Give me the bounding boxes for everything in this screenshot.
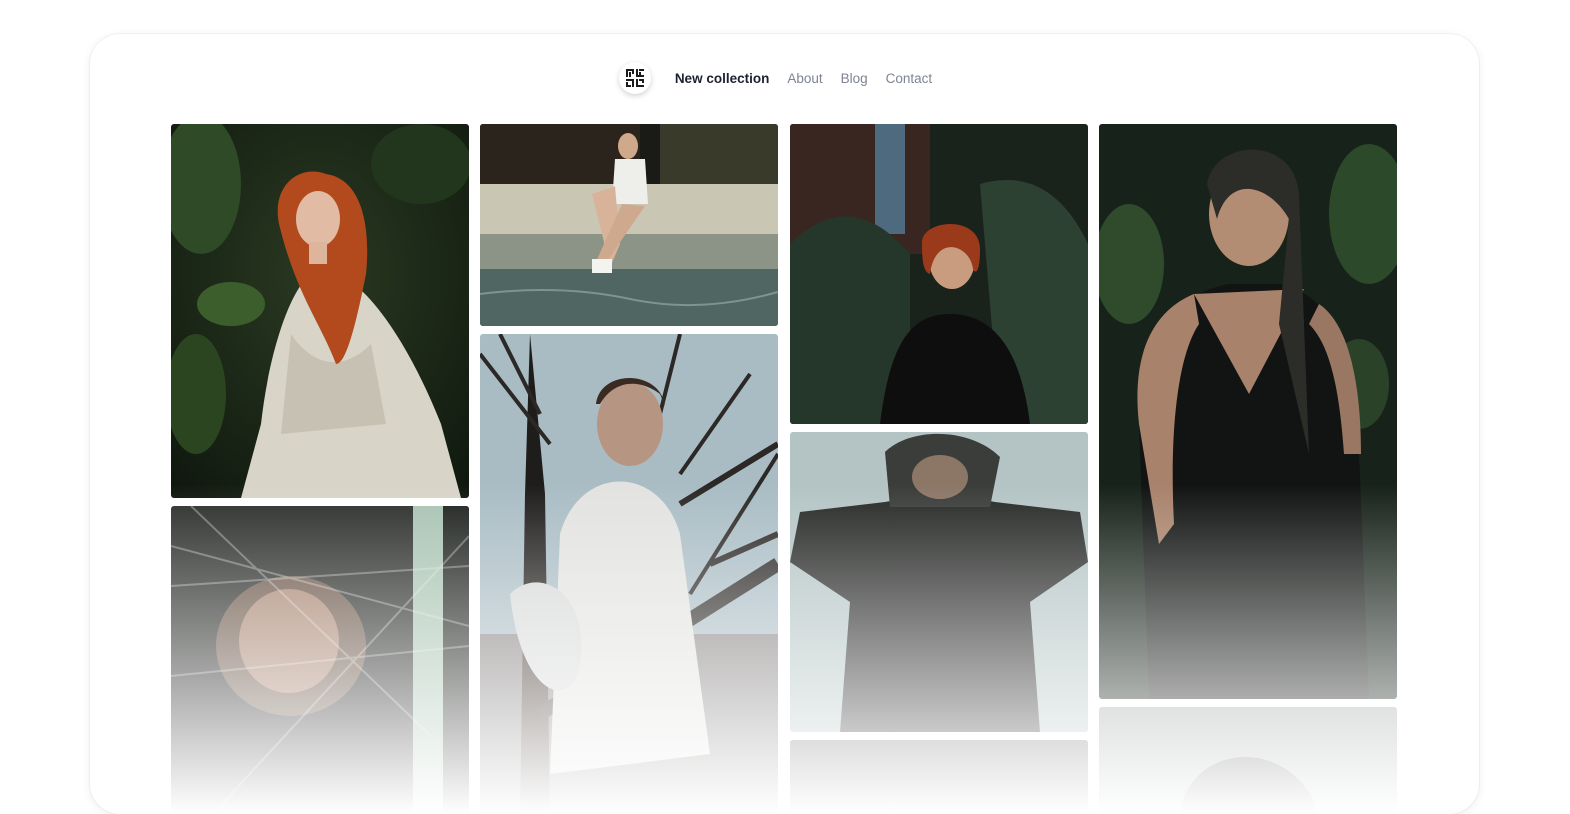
nav-link-blog[interactable]: Blog (841, 71, 868, 86)
photo-bob-hair-black-dress-pines[interactable] (790, 124, 1088, 424)
qr-pattern-logo-icon[interactable] (618, 62, 651, 94)
nav-link-new-collection[interactable]: New collection (675, 71, 770, 86)
nav-link-contact[interactable]: Contact (886, 71, 933, 86)
app-window: New collection About Blog Contact (90, 34, 1479, 814)
photo-seated-woman-pool[interactable] (480, 124, 778, 326)
photo-woman-white-plastic-coat-tree[interactable] (480, 334, 778, 814)
top-nav: New collection About Blog Contact (90, 60, 1479, 96)
photo-redhead-white-dress-foliage[interactable] (171, 124, 469, 498)
photo-hooded-figure-raised-arms[interactable] (790, 432, 1088, 732)
photo-gallery (171, 124, 1397, 814)
photo-partial-column-3[interactable] (790, 740, 1088, 814)
nav-link-about[interactable]: About (787, 71, 822, 86)
photo-partial-veiled-figure[interactable] (1099, 707, 1397, 814)
photo-wet-hair-black-slip-dress[interactable] (1099, 124, 1397, 699)
photo-face-under-plastic-wrap[interactable] (171, 506, 469, 814)
